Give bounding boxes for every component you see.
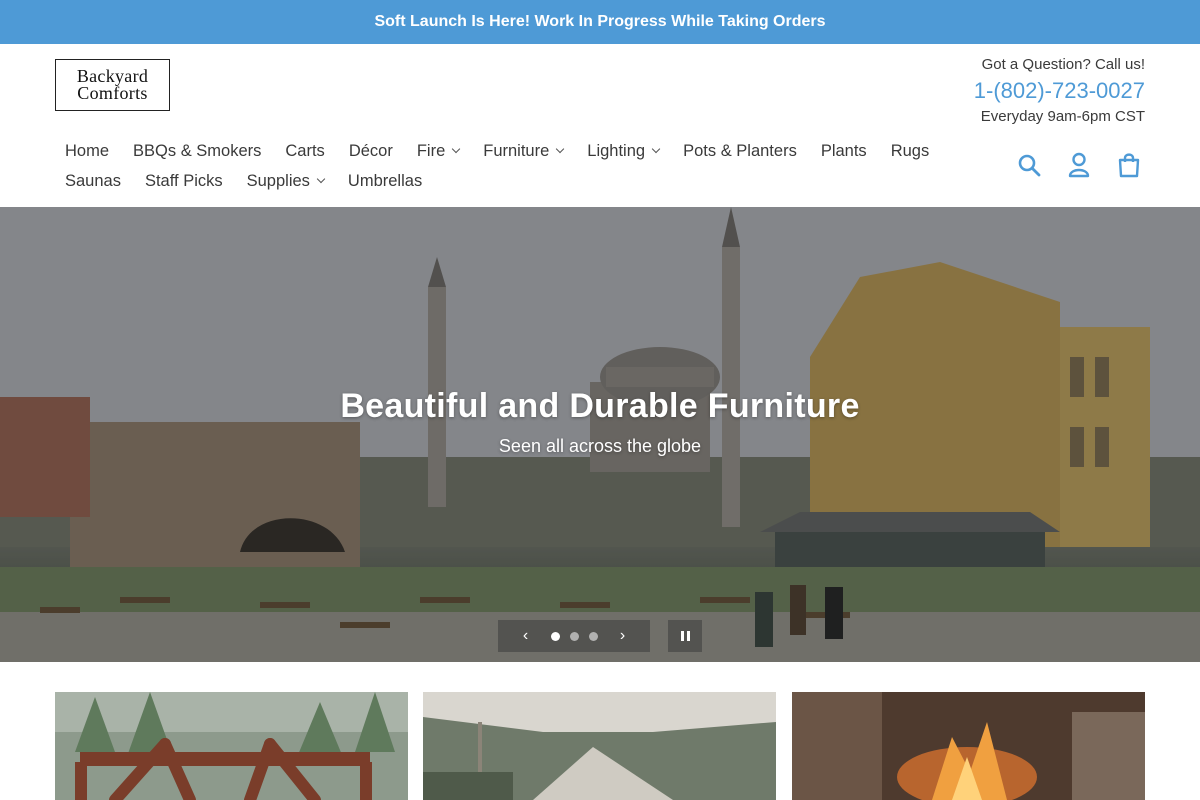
nav-item-lighting[interactable]: Lighting <box>577 142 669 161</box>
chevron-down-icon <box>556 144 565 154</box>
pause-button[interactable] <box>668 620 702 652</box>
slide-dot-3[interactable] <box>588 631 598 641</box>
search-icon[interactable] <box>1015 150 1043 180</box>
slide-dots <box>550 631 598 641</box>
hero-overlay <box>0 207 1200 662</box>
nav-item-home[interactable]: Home <box>55 142 119 161</box>
slide-dot-2[interactable] <box>569 631 579 641</box>
slide-dot-1[interactable] <box>550 631 560 641</box>
nav-item-staff-picks[interactable]: Staff Picks <box>135 172 233 191</box>
nav-item-umbrellas[interactable]: Umbrellas <box>338 172 432 191</box>
chevron-right-icon[interactable]: › <box>613 627 633 645</box>
collection-card-umbrellas[interactable] <box>423 692 776 800</box>
slideshow-controls: ‹ › <box>498 620 650 652</box>
nav-item-plants[interactable]: Plants <box>811 142 877 161</box>
pause-icon <box>680 631 684 641</box>
nav-item-saunas[interactable]: Saunas <box>55 172 131 191</box>
chevron-down-icon <box>651 144 661 154</box>
hero-title: Beautiful and Durable Furniture <box>340 387 860 425</box>
card-image <box>55 692 408 800</box>
chevron-down-icon <box>316 174 326 184</box>
chevron-down-icon <box>452 144 461 154</box>
nav-item-label: Supplies <box>246 171 310 190</box>
nav-item-label: Saunas <box>65 171 121 190</box>
nav-item-label: Furniture <box>483 141 550 160</box>
contact-question: Got a Question? Call us! <box>981 56 1145 73</box>
logo-line-2: Comforts <box>77 83 148 103</box>
contact-hours: Everyday 9am-6pm CST <box>980 108 1145 125</box>
announcement-bar: Soft Launch Is Here! Work In Progress Wh… <box>0 0 1200 44</box>
chevron-left-icon[interactable]: ‹ <box>516 627 536 645</box>
nav-item-rugs[interactable]: Rugs <box>881 142 940 161</box>
nav-item-fire[interactable]: Fire <box>407 142 469 161</box>
nav-item-label: Décor <box>348 141 393 160</box>
hero-slideshow: Beautiful and Durable Furniture Seen all… <box>0 207 1200 662</box>
contact-info: Got a Question? Call us! 1-(802)-723-002… <box>974 55 1145 127</box>
nav-item-bbqs-smokers[interactable]: BBQs & Smokers <box>123 142 271 161</box>
nav-row-1: Home BBQs & Smokers Carts Décor Fire Furnitur… <box>55 136 935 166</box>
nav-item-supplies[interactable]: Supplies <box>237 172 334 191</box>
nav-item-label: BBQs & Smokers <box>133 141 262 160</box>
nav-item-label: Lighting <box>587 141 646 160</box>
main-nav: Home BBQs & Smokers Carts Décor Fire Furnitur… <box>55 136 935 196</box>
header-icons <box>1015 150 1143 180</box>
nav-item-label: Plants <box>820 141 867 160</box>
collection-card-swing[interactable] <box>55 692 408 800</box>
nav-item-label: Rugs <box>890 141 930 160</box>
nav-item-label: Fire <box>416 141 446 160</box>
nav-item-label: Pots & Planters <box>683 141 797 160</box>
nav-item-pots-planters[interactable]: Pots & Planters <box>673 142 807 161</box>
collection-card-fire[interactable] <box>792 692 1145 800</box>
card-image <box>792 692 1145 800</box>
nav-row-2: Saunas Staff Picks Supplies Umbrellas <box>55 166 935 196</box>
site-logo[interactable]: Backyard Comforts <box>55 59 170 111</box>
card-image <box>423 692 776 800</box>
nav-item-d-cor[interactable]: Décor <box>339 142 403 161</box>
nav-item-label: Umbrellas <box>347 171 423 190</box>
nav-item-label: Staff Picks <box>144 171 223 190</box>
collection-cards <box>55 692 1145 800</box>
nav-item-carts[interactable]: Carts <box>275 142 334 161</box>
contact-phone[interactable]: 1-(802)-723-0027 <box>974 76 1145 106</box>
hero-subtitle: Seen all across the globe <box>498 436 702 456</box>
announcement-text: Soft Launch Is Here! Work In Progress Wh… <box>374 13 826 30</box>
nav-item-furniture[interactable]: Furniture <box>473 142 573 161</box>
nav-item-label: Carts <box>285 141 325 160</box>
nav-item-label: Home <box>65 141 110 160</box>
cart-icon[interactable] <box>1115 150 1143 180</box>
account-icon[interactable] <box>1065 150 1093 180</box>
